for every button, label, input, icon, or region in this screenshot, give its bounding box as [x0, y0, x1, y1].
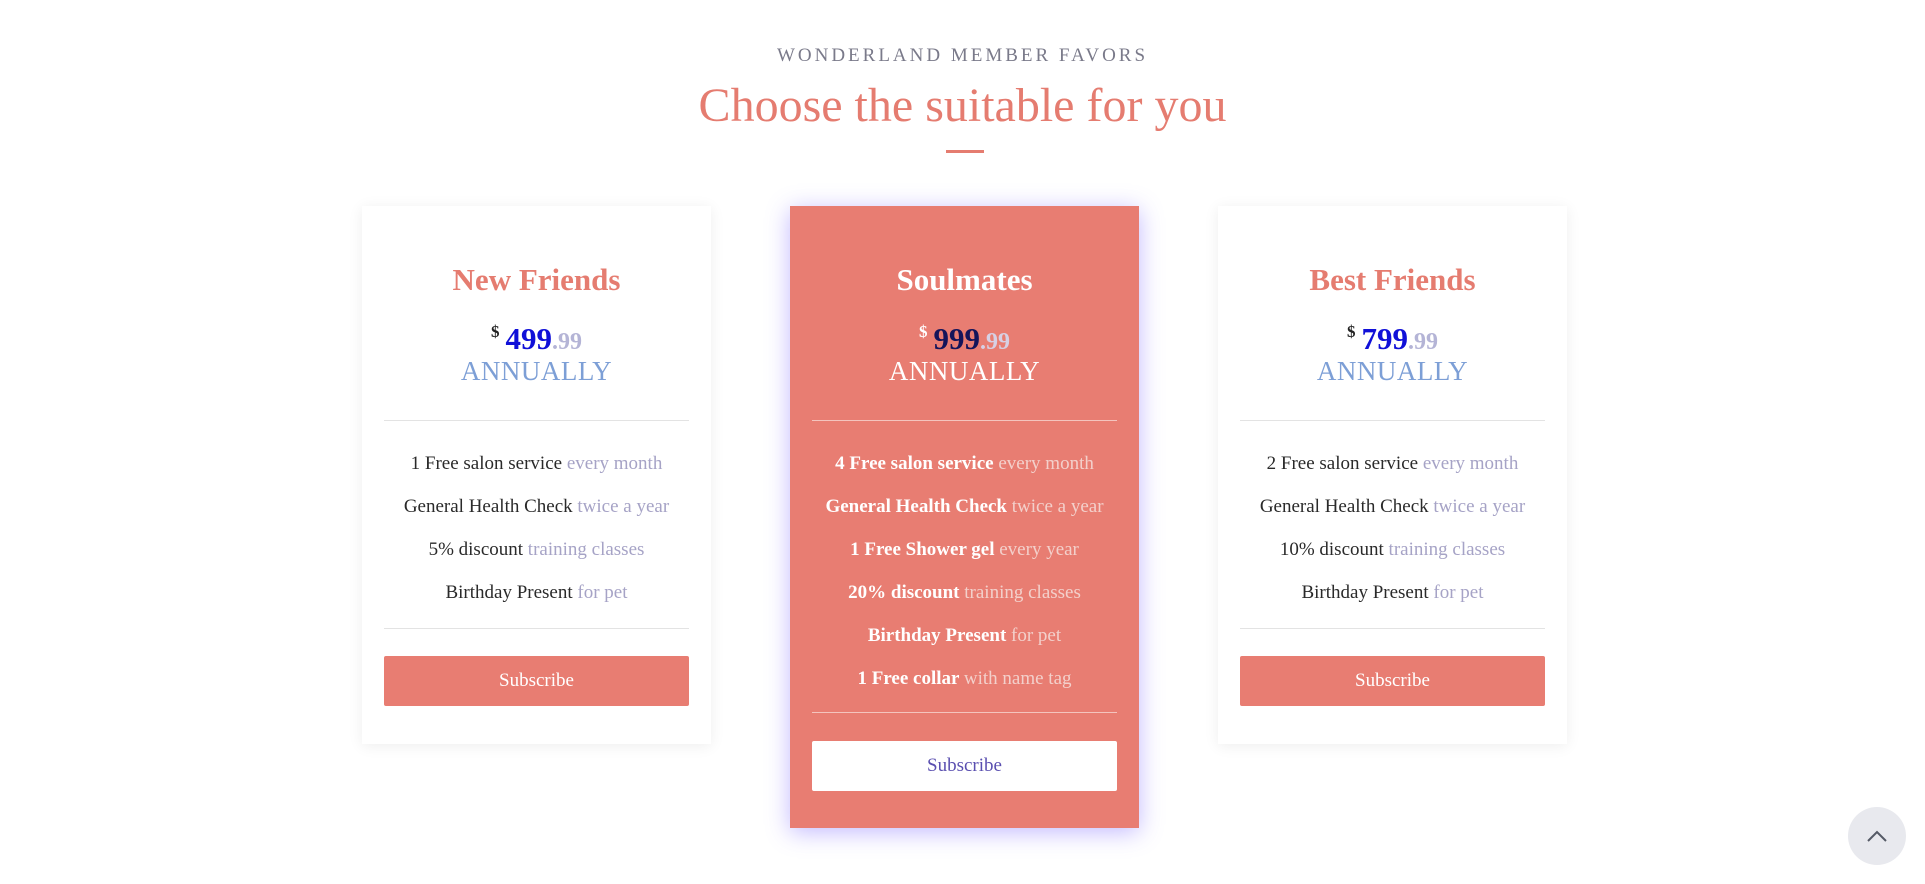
feature-detail: twice a year	[1433, 496, 1526, 517]
feature-main: 10% discount	[1279, 539, 1384, 560]
feature-item: 4 Free salon service every month	[790, 442, 1139, 485]
feature-list: 1 Free salon service every month General…	[362, 442, 711, 614]
feature-item: General Health Check twice a year	[790, 485, 1139, 528]
feature-item: 2 Free salon service every month	[1218, 442, 1567, 485]
feature-detail: for pet	[577, 582, 628, 603]
currency-symbol: $	[491, 322, 500, 341]
feature-detail: twice a year	[1011, 496, 1104, 517]
billing-period: ANNUALLY	[460, 356, 613, 386]
plan-card-new-friends: New Friends $499.99 ANNUALLY 1 Free salo…	[362, 206, 711, 744]
feature-item: 5% discount training classes	[362, 528, 711, 571]
feature-main: General Health Check	[403, 496, 573, 517]
feature-main: 20% discount	[848, 582, 960, 603]
feature-detail: for pet	[1433, 582, 1484, 603]
feature-item: General Health Check twice a year	[1218, 485, 1567, 528]
price-integer: 499	[505, 321, 553, 356]
feature-item: 1 Free Shower gel every year	[790, 528, 1139, 571]
feature-main: 1 Free Shower gel	[850, 539, 995, 560]
price-decimal: .99	[980, 329, 1010, 355]
feature-detail: twice a year	[577, 496, 670, 517]
feature-detail: every year	[999, 539, 1079, 560]
divider	[1240, 420, 1545, 421]
billing-period: ANNUALLY	[888, 356, 1041, 386]
feature-detail: with name tag	[963, 668, 1072, 689]
feature-detail: training classes	[1388, 539, 1506, 560]
subscribe-button[interactable]: Subscribe	[1240, 656, 1545, 706]
price-decimal: .99	[1408, 329, 1438, 355]
divider	[384, 420, 689, 421]
feature-main: Birthday Present	[1301, 582, 1429, 603]
section-title: Choose the suitable for you	[698, 79, 1227, 132]
feature-main: Birthday Present	[867, 625, 1007, 646]
plan-name: New Friends	[452, 262, 621, 297]
feature-detail: training classes	[964, 582, 1081, 603]
scroll-to-top-button[interactable]	[1848, 807, 1906, 865]
currency-symbol: $	[1347, 322, 1356, 341]
feature-main: General Health Check	[825, 496, 1007, 517]
feature-detail: every month	[998, 453, 1094, 474]
feature-main: 2 Free salon service	[1266, 453, 1419, 474]
price-decimal: .99	[552, 329, 582, 355]
feature-main: 1 Free salon service	[410, 453, 563, 474]
feature-detail: training classes	[527, 539, 645, 560]
feature-main: 5% discount	[428, 539, 524, 560]
feature-main: Birthday Present	[445, 582, 573, 603]
subscribe-button[interactable]: Subscribe	[384, 656, 689, 706]
feature-item: Birthday Present for pet	[362, 571, 711, 614]
feature-item: Birthday Present for pet	[790, 614, 1139, 657]
divider	[384, 628, 689, 629]
price-integer: 799	[1361, 321, 1409, 356]
plan-name: Best Friends	[1309, 262, 1476, 297]
feature-item: 20% discount training classes	[790, 571, 1139, 614]
price-integer: 999	[933, 321, 981, 356]
feature-item: General Health Check twice a year	[362, 485, 711, 528]
plan-name: Soulmates	[896, 262, 1033, 297]
plan-card-soulmates: Soulmates $999.99 ANNUALLY 4 Free salon …	[790, 206, 1139, 828]
chevron-up-icon	[1867, 830, 1887, 842]
feature-item: 1 Free salon service every month	[362, 442, 711, 485]
currency-symbol: $	[919, 322, 928, 341]
section-eyebrow: WONDERLAND MEMBER FAVORS	[776, 45, 1149, 66]
feature-detail: every month	[566, 453, 663, 474]
divider	[1240, 628, 1545, 629]
feature-item: Birthday Present for pet	[1218, 571, 1567, 614]
billing-period: ANNUALLY	[1316, 356, 1469, 386]
divider	[812, 712, 1117, 713]
feature-detail: for pet	[1011, 625, 1062, 646]
feature-list: 2 Free salon service every month General…	[1218, 442, 1567, 614]
divider	[812, 420, 1117, 421]
feature-main: 1 Free collar	[857, 668, 960, 689]
feature-main: General Health Check	[1259, 496, 1429, 517]
feature-item: 1 Free collar with name tag	[790, 657, 1139, 700]
title-underline	[946, 150, 984, 153]
subscribe-button[interactable]: Subscribe	[812, 741, 1117, 791]
feature-detail: every month	[1422, 453, 1519, 474]
feature-list: 4 Free salon service every month General…	[790, 442, 1139, 700]
feature-item: 10% discount training classes	[1218, 528, 1567, 571]
plan-card-best-friends: Best Friends $799.99 ANNUALLY 2 Free sal…	[1218, 206, 1567, 744]
feature-main: 4 Free salon service	[835, 453, 994, 474]
